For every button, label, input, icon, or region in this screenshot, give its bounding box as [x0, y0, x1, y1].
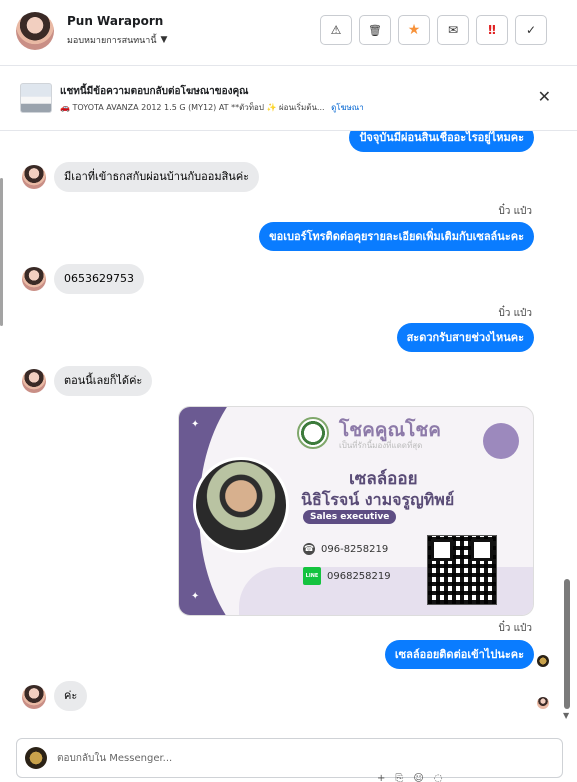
card-line-id: 0968258219	[327, 570, 391, 582]
done-button[interactable]: ✓	[515, 15, 547, 45]
view-ad-link[interactable]: ดูโฆษณา	[331, 103, 364, 112]
qr-code	[427, 535, 497, 605]
card-line-row: LINE 0968258219	[303, 567, 391, 585]
check-icon: ✓	[525, 23, 537, 37]
sparkle-icon: ✦	[191, 591, 200, 602]
card-phone-row: ☎ 096-8258219	[303, 543, 388, 555]
reply-composer: +⎘☺◌	[16, 738, 563, 782]
scrollbar-thumb[interactable]	[564, 579, 570, 709]
thread-scrollbar[interactable]: ▼	[562, 131, 572, 726]
envelope-icon: ✉	[447, 23, 459, 37]
star-icon: ★	[407, 22, 421, 38]
report-spam-button[interactable]: ⚠	[320, 15, 352, 45]
business-card-image[interactable]: ✦ ✦ โชคคูณโชค เป็นที่รักนี้มองที่แดดที่ส…	[178, 406, 534, 616]
gif-icon[interactable]: ◌	[434, 773, 453, 782]
contact-avatar-small	[22, 165, 46, 189]
assign-label: มอบหมายการสนทนานี้	[67, 36, 157, 46]
reply-input[interactable]	[57, 749, 537, 767]
add-icon[interactable]: +	[377, 773, 395, 782]
message-incoming: ค่ะ	[54, 681, 88, 711]
company-logo	[297, 417, 329, 449]
sender-name: บิ๋ว แป๋ว	[498, 206, 532, 217]
salesperson-photo	[193, 457, 289, 553]
priority-button[interactable]: ‼	[476, 15, 508, 45]
sender-name: บิ๋ว แป๋ว	[498, 623, 532, 634]
contact-avatar-small	[22, 267, 46, 291]
ad-thumbnail	[20, 83, 52, 113]
message-incoming: 0653629753	[54, 264, 144, 294]
ad-description: 🚗 TOYOTA AVANZA 2012 1.5 G (MY12) AT **ต…	[60, 103, 325, 112]
warning-icon: ⚠	[330, 23, 342, 37]
header-actions: ⚠ 🗑 ★ ✉ ‼ ✓	[320, 15, 547, 45]
message-thread: ปัจจุบันมีผ่อนสินเชื่ออะไรอยู่ไหมคะ มีเอ…	[0, 131, 560, 731]
contact-avatar-small	[22, 685, 46, 709]
message-outgoing: สะดวกรับสายช่วงไหนคะ	[396, 323, 534, 352]
ad-banner-title: แชทนี้มีข้อความตอบกลับต่อโฆษณาของคุณ	[60, 86, 249, 97]
page-avatar	[25, 747, 47, 769]
message-outgoing: ปัจจุบันมีผ่อนสินเชื่ออะไรอยู่ไหมคะ	[349, 131, 534, 152]
decor-circle	[483, 423, 519, 459]
close-icon[interactable]: ✕	[538, 89, 551, 105]
conversation-header: Pun Waraporn มอบหมายการสนทนานี้ ▼ ⚠ 🗑 ★ …	[0, 0, 577, 66]
composer-toolbar: +⎘☺◌	[377, 773, 453, 782]
trash-icon: 🗑	[368, 23, 382, 37]
card-phone: 096-8258219	[321, 543, 389, 555]
contact-avatar[interactable]	[16, 12, 54, 50]
phone-icon: ☎	[303, 543, 315, 555]
sparkle-icon: ✦	[191, 419, 200, 430]
message-outgoing: เซลล์ออยติดต่อเข้าไปนะคะ	[384, 640, 534, 669]
scroll-down-arrow-icon[interactable]: ▼	[563, 711, 569, 720]
card-tagline: เป็นที่รักนี้มองที่แดดที่สุด	[339, 441, 423, 450]
ad-reply-banner: แชทนี้มีข้อความตอบกลับต่อโฆษณาของคุณ 🚗 T…	[0, 67, 577, 131]
assign-conversation-dropdown[interactable]: มอบหมายการสนทนานี้ ▼	[67, 33, 167, 47]
message-incoming: มีเอาที่เข้าธกสกับผ่อนบ้านกับออมสินค่ะ	[54, 162, 260, 192]
line-icon: LINE	[303, 567, 321, 585]
delete-button[interactable]: 🗑	[359, 15, 391, 45]
sender-name: บิ๋ว แป๋ว	[498, 308, 532, 319]
seen-avatar	[537, 655, 549, 667]
star-button[interactable]: ★	[398, 15, 430, 45]
contact-avatar-small	[22, 369, 46, 393]
attach-icon[interactable]: ⎘	[395, 773, 413, 782]
card-job-title: Sales executive	[303, 510, 397, 524]
ad-banner-subtitle: 🚗 TOYOTA AVANZA 2012 1.5 G (MY12) AT **ต…	[60, 101, 364, 114]
message-incoming: ตอนนี้เลยก็ได้ค่ะ	[54, 366, 153, 396]
seen-avatar	[537, 697, 549, 709]
priority-icon: ‼	[488, 23, 496, 37]
caret-down-icon: ▼	[160, 35, 168, 45]
emoji-icon[interactable]: ☺	[413, 773, 433, 782]
mark-unread-button[interactable]: ✉	[437, 15, 469, 45]
message-outgoing: ขอเบอร์โทรติดต่อคุยรายละเอียดเพิ่มเติมกั…	[259, 222, 534, 251]
contact-name[interactable]: Pun Waraporn	[67, 14, 163, 28]
